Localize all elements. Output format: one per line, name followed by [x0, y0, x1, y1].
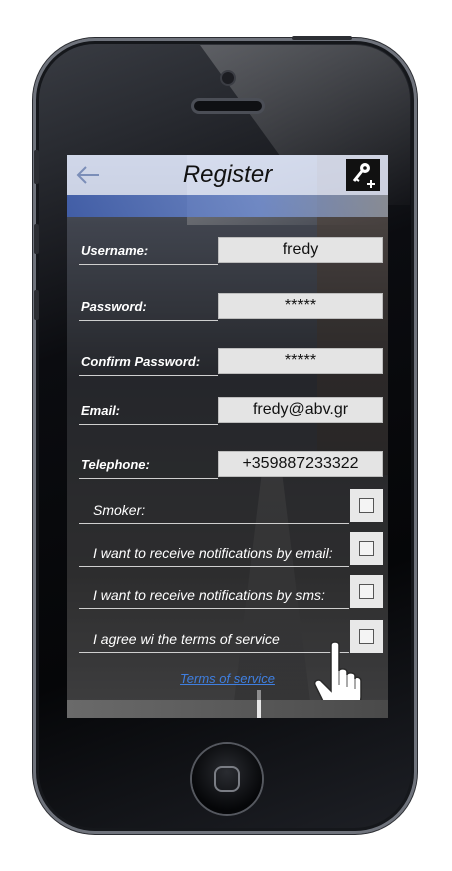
email-notifications-underline — [79, 566, 349, 567]
smoker-underline — [79, 523, 349, 524]
add-user-button[interactable] — [346, 159, 380, 191]
smoker-checkbox[interactable] — [350, 489, 383, 522]
confirm-password-underline — [79, 375, 218, 376]
key-plus-icon — [352, 163, 375, 188]
mute-switch — [34, 150, 39, 184]
home-button[interactable] — [192, 744, 262, 814]
username-underline — [79, 264, 218, 265]
email-field[interactable]: fredy@abv.gr — [218, 397, 383, 423]
road-marking-bottom — [257, 700, 261, 718]
smoker-label: Smoker: — [93, 502, 146, 518]
power-button — [292, 36, 352, 40]
earpiece-speaker — [194, 101, 262, 111]
password-label: Password: — [81, 299, 147, 314]
front-camera — [222, 72, 234, 84]
telephone-underline — [79, 478, 218, 479]
telephone-field[interactable]: +359887233322 — [218, 451, 383, 477]
username-label: Username: — [81, 243, 149, 258]
terms-agreement-label: I agree wi the terms of service — [93, 631, 280, 647]
sms-notifications-checkbox[interactable] — [350, 575, 383, 608]
email-notifications-checkbox[interactable] — [350, 532, 383, 565]
checkbox-square — [359, 541, 374, 556]
email-label: Email: — [81, 403, 121, 418]
app-screen: Register Username: fredy Password: *****… — [67, 155, 388, 718]
username-field[interactable]: fredy — [218, 237, 383, 263]
sms-notifications-underline — [79, 608, 349, 609]
top-bar-strip — [67, 195, 388, 217]
telephone-label: Telephone: — [81, 457, 150, 472]
password-field[interactable]: ***** — [218, 293, 383, 319]
terms-agreement-underline — [79, 652, 349, 653]
email-underline — [79, 424, 218, 425]
confirm-password-label: Confirm Password: — [81, 354, 201, 369]
volume-down-button — [34, 290, 39, 320]
email-notifications-label: I want to receive notifications by email… — [93, 545, 333, 561]
checkbox-square — [359, 584, 374, 599]
checkbox-square — [359, 498, 374, 513]
sms-notifications-label: I want to receive notifications by sms: — [93, 587, 325, 603]
home-square-icon — [214, 766, 240, 792]
volume-up-button — [34, 224, 39, 254]
bottom-bar — [67, 700, 388, 718]
password-underline — [79, 320, 218, 321]
page-title: Register — [182, 161, 273, 188]
confirm-password-field[interactable]: ***** — [218, 348, 383, 374]
